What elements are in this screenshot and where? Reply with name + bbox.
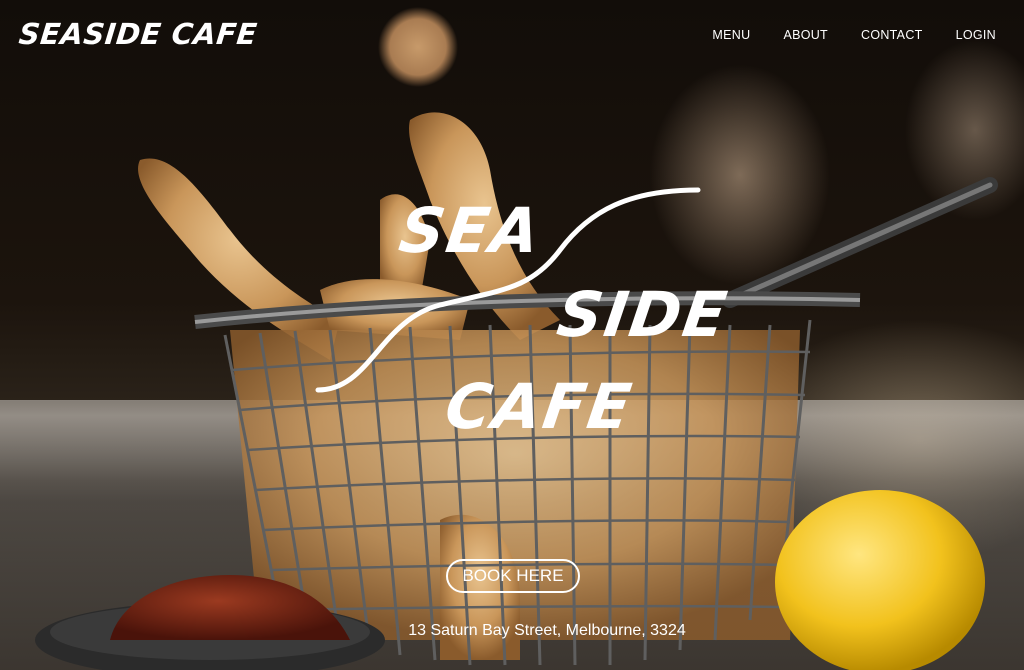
- logo-line-cafe: CAFE: [440, 370, 638, 443]
- top-navbar: SEASIDE CAFE MENU ABOUT CONTACT LOGIN: [0, 0, 1024, 70]
- nav-menu: MENU ABOUT CONTACT LOGIN: [712, 28, 996, 42]
- brand-logo[interactable]: SEASIDE CAFE: [17, 17, 259, 51]
- logo-line-sea: SEA: [394, 194, 547, 267]
- book-here-button[interactable]: BOOK HERE: [446, 559, 580, 593]
- hero-logo: SEA SIDE CAFE: [300, 180, 733, 450]
- logo-line-side: SIDE: [552, 278, 733, 351]
- address-text: 13 Saturn Bay Street, Melbourne, 3324: [408, 622, 686, 639]
- hero-section: SEASIDE CAFE MENU ABOUT CONTACT LOGIN SE…: [0, 0, 1024, 670]
- nav-item-login[interactable]: LOGIN: [956, 28, 996, 42]
- nav-item-contact[interactable]: CONTACT: [861, 28, 923, 42]
- nav-item-about[interactable]: ABOUT: [783, 28, 828, 42]
- nav-item-menu[interactable]: MENU: [712, 28, 750, 42]
